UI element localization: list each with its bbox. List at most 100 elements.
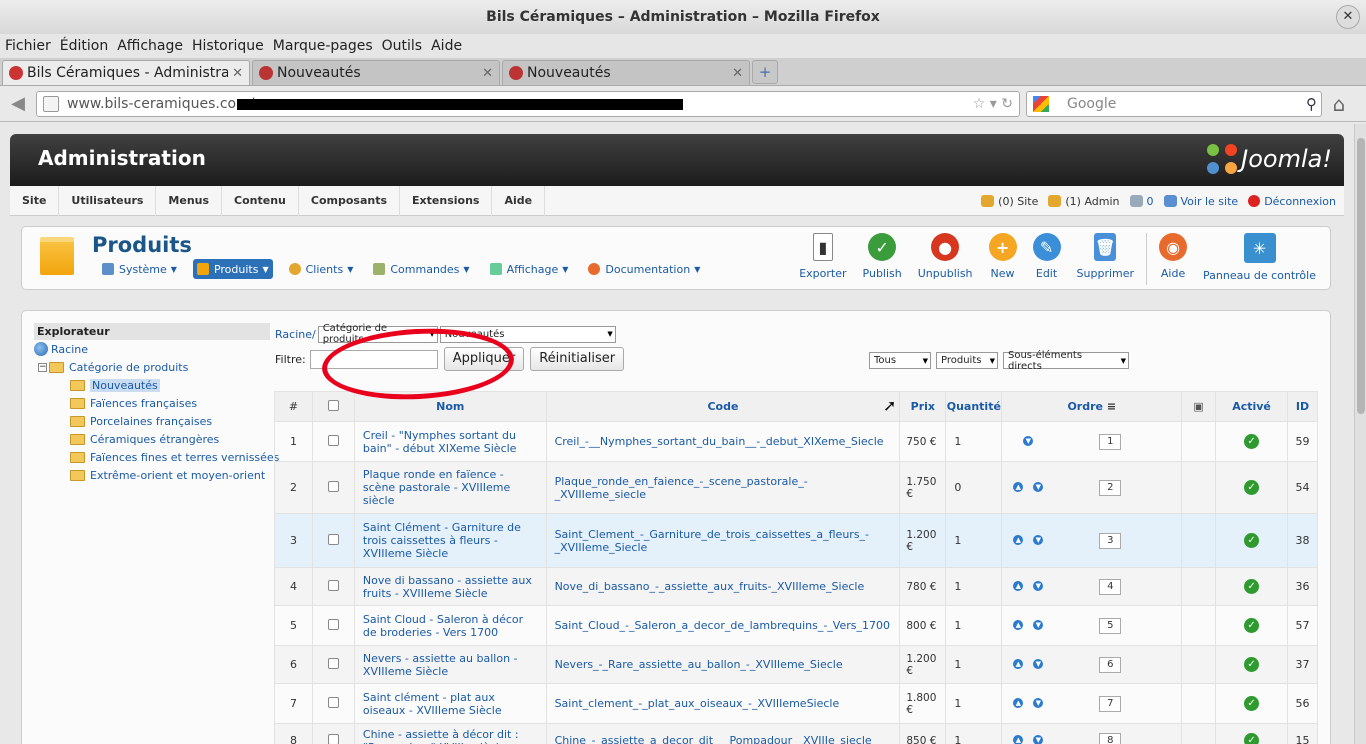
table-row[interactable]: 5 Saint Cloud - Saleron à décor de broder… (274, 605, 1319, 646)
order-down-icon[interactable]: ▼ (1023, 436, 1034, 446)
col-select-all[interactable] (311, 391, 355, 422)
logout-link[interactable]: Déconnexion (1248, 194, 1336, 208)
active-cell[interactable]: ✓ (1215, 421, 1288, 462)
active-cell[interactable]: ✓ (1215, 605, 1288, 646)
active-cell[interactable]: ✓ (1215, 513, 1288, 568)
row-select-cell[interactable] (311, 645, 355, 684)
scope-select[interactable]: Sous-éléments directs ▼ (1003, 350, 1129, 372)
submenu-affichage[interactable]: Affichage ▼ (486, 259, 573, 279)
tab-nouveautes-1[interactable]: Nouveautés ✕ (252, 60, 500, 85)
site-identity-icon[interactable] (43, 95, 59, 112)
edit-button[interactable]: ✎ Edit (1025, 229, 1069, 285)
admin-menu-aide[interactable]: Aide (492, 185, 546, 216)
save-order-icon[interactable]: ▣ (1193, 400, 1203, 413)
product-name-link[interactable]: Nevers - assiette au ballon - XVIIIeme S… (353, 645, 547, 684)
order-up-icon[interactable]: ▲ (1013, 698, 1024, 708)
window-close-button[interactable]: ✕ (1336, 5, 1360, 29)
scrollbar-thumb[interactable] (1357, 138, 1365, 414)
order-input[interactable]: 3 (1099, 532, 1122, 549)
status-select[interactable]: Tous ▼ (869, 352, 931, 369)
row-select-cell[interactable] (311, 683, 355, 724)
product-code-link[interactable]: Saint_Clement_-_Garniture_de_trois_caiss… (545, 513, 901, 568)
active-checkmark-icon[interactable]: ✓ (1244, 618, 1260, 633)
product-name-link[interactable]: Creil - "Nymphes sortant du bain" - débu… (353, 421, 547, 462)
active-checkmark-icon[interactable]: ✓ (1244, 696, 1260, 711)
order-input[interactable]: 2 (1099, 479, 1122, 496)
order-input[interactable]: 4 (1099, 578, 1122, 595)
search-icon[interactable]: ⚲ (1306, 95, 1317, 113)
active-checkmark-icon[interactable]: ✓ (1244, 533, 1260, 548)
tab-administration[interactable]: Bils Céramiques - Administra... ✕ (2, 60, 250, 85)
menu-marque-pages[interactable]: Marque-pages (273, 38, 373, 54)
table-row[interactable]: 6 Nevers - assiette au ballon - XVIIIeme … (274, 645, 1319, 684)
apply-button[interactable]: Appliquer (443, 347, 525, 371)
menu-outils[interactable]: Outils (382, 38, 422, 54)
product-code-link[interactable]: Chine_-_assiette_a_decor_dit___Pompadour… (545, 723, 901, 744)
active-cell[interactable]: ✓ (1215, 683, 1288, 724)
row-checkbox[interactable] (327, 657, 339, 669)
row-select-cell[interactable] (311, 461, 355, 514)
url-bar[interactable]: www.bils-ceramiques.com/ ☆ ▾ ↻ (36, 90, 1020, 117)
order-down-icon[interactable]: ▼ (1033, 659, 1044, 669)
messages-link[interactable]: 0 (1129, 194, 1154, 208)
back-arrow-icon[interactable]: ◀ (4, 90, 32, 118)
submenu-systeme[interactable]: Système ▼ (98, 259, 181, 279)
tree-item-porcelaines-francaises[interactable]: Porcelaines françaises (34, 412, 270, 430)
active-checkmark-icon[interactable]: ✓ (1244, 480, 1260, 495)
order-input[interactable]: 7 (1099, 695, 1122, 712)
order-up-icon[interactable]: ▲ (1013, 535, 1024, 545)
reset-button[interactable]: Réinitialiser (530, 347, 625, 371)
tree-item-category[interactable]: − Catégorie de produits (34, 358, 270, 376)
bookmark-star-icon[interactable]: ☆ ▾ ↻ (973, 96, 1013, 112)
product-name-link[interactable]: Chine - assiette à décor dit : "Pompadou… (353, 723, 547, 744)
order-up-icon[interactable]: ▲ (1013, 482, 1024, 492)
tree-item-faiences-fines[interactable]: Faïences fines et terres vernissées (34, 448, 279, 466)
active-cell[interactable]: ✓ (1215, 567, 1288, 606)
admin-menu-extensions[interactable]: Extensions (400, 185, 493, 216)
tree-item-faiences-francaises[interactable]: Faïences françaises (34, 394, 270, 412)
menu-fichier[interactable]: Fichier (5, 38, 51, 54)
row-select-cell[interactable] (311, 605, 355, 646)
col-active[interactable]: Activé (1215, 391, 1288, 422)
row-select-cell[interactable] (311, 513, 355, 568)
col-save-order[interactable]: ▣ (1181, 391, 1217, 422)
active-checkmark-icon[interactable]: ✓ (1244, 733, 1260, 744)
tab-nouveautes-2[interactable]: Nouveautés ✕ (502, 60, 750, 85)
tree-item-nouveautes[interactable]: Nouveautés (34, 376, 270, 394)
admin-menu-menus[interactable]: Menus (156, 185, 223, 216)
order-input[interactable]: 1 (1099, 433, 1122, 450)
submenu-produits[interactable]: Produits ▼ (192, 259, 273, 279)
order-down-icon[interactable]: ▼ (1033, 620, 1044, 630)
row-checkbox[interactable] (327, 733, 339, 744)
active-checkmark-icon[interactable]: ✓ (1244, 434, 1260, 449)
control-panel-button[interactable]: ✳ Panneau de contrôle (1195, 229, 1324, 285)
product-name-link[interactable]: Saint Cloud - Saleron à décor de broderi… (353, 605, 547, 646)
select-all-checkbox[interactable] (327, 399, 339, 411)
active-checkmark-icon[interactable]: ✓ (1244, 657, 1260, 672)
product-name-link[interactable]: Plaque ronde en faïence - scène pastoral… (353, 461, 547, 514)
publish-button[interactable]: ✓ Publish (855, 229, 910, 285)
table-row[interactable]: 4 Nove di bassano - assiette aux fruits -… (274, 567, 1319, 606)
submenu-commandes[interactable]: Commandes ▼ (369, 259, 473, 279)
admin-menu-utilisateurs[interactable]: Utilisateurs (59, 185, 157, 216)
product-code-link[interactable]: Saint_clement_-_plat_aux_oiseaux_-_XVIII… (545, 683, 901, 724)
unpublish-button[interactable]: ● Unpublish (910, 229, 981, 285)
order-down-icon[interactable]: ▼ (1033, 698, 1044, 708)
delete-button[interactable]: 🗑 Supprimer (1069, 229, 1143, 285)
product-code-link[interactable]: Nove_di_bassano_-_assiette_aux_fruits-_X… (545, 567, 901, 606)
search-bar[interactable]: Google ⚲ (1026, 90, 1322, 117)
export-button[interactable]: ▮ Exporter (791, 229, 854, 285)
admin-menu-composants[interactable]: Composants (299, 185, 401, 216)
active-cell[interactable]: ✓ (1215, 723, 1288, 744)
product-code-link[interactable]: Nevers_-_Rare_assiette_au_ballon_-_XVIII… (545, 645, 901, 684)
product-name-link[interactable]: Nove di bassano - assiette aux fruits - … (353, 567, 547, 606)
row-select-cell[interactable] (311, 567, 355, 606)
active-cell[interactable]: ✓ (1215, 645, 1288, 684)
menu-edition[interactable]: Édition (60, 38, 108, 54)
view-site-link[interactable]: Voir le site (1163, 194, 1238, 208)
google-icon[interactable] (1033, 95, 1049, 112)
row-checkbox[interactable] (327, 434, 339, 446)
tree-item-root[interactable]: Racine (34, 340, 270, 358)
category-select[interactable]: Catégorie de produits ▼ (317, 323, 438, 345)
home-icon[interactable]: ⌂ (1326, 92, 1352, 116)
